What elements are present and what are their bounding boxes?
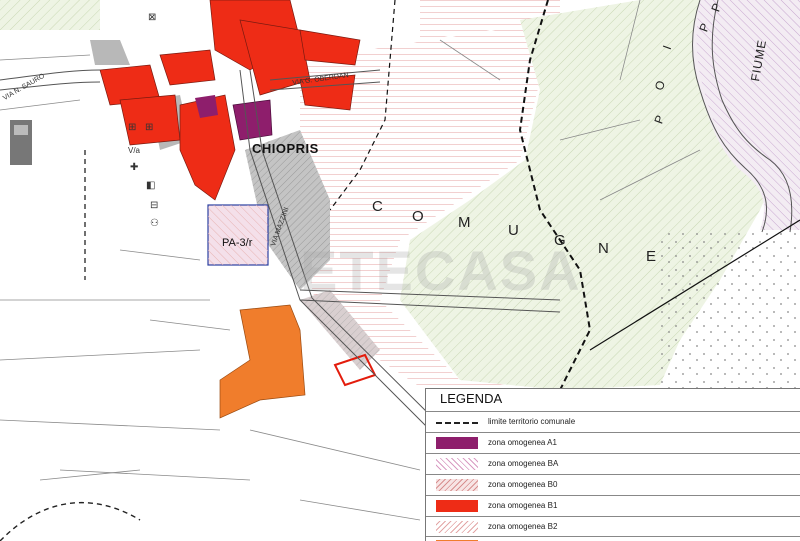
legend-label: zona omogenea A1 [488, 438, 557, 447]
zone-orange [219, 304, 306, 419]
comune-letter-c: C [372, 198, 384, 215]
legend-row: zona omogenea B2 [426, 516, 800, 538]
place-name-label: CHIOPRIS [252, 141, 319, 156]
legend-swatch-b0 [436, 479, 478, 491]
legend-swatch-a1 [436, 437, 478, 449]
comune-letter-n: N [598, 240, 610, 257]
zone-a1-main [232, 99, 273, 141]
comune-letter-g: G [554, 232, 567, 249]
service-symbol-icon: ⊞ [128, 122, 137, 133]
legend-row: zona omogenea B0 [426, 474, 800, 496]
legend-row [426, 536, 800, 541]
legend-panel: LEGENDA limite territorio comunale zona … [425, 388, 800, 541]
restroom-symbol-icon: ⚇ [150, 218, 159, 229]
legend-row: zona omogenea B1 [426, 495, 800, 517]
legend-label: zona omogenea B2 [488, 522, 558, 531]
comune-letter-m: M [458, 214, 472, 231]
legend-swatch-b1 [436, 500, 478, 512]
health-cross-icon: ✚ [130, 162, 139, 173]
legend-row: zona omogenea BA [426, 453, 800, 475]
service-label: V/a [128, 146, 141, 155]
comune-letter-e: E [646, 248, 658, 265]
watermark-text: ETECASA [300, 239, 582, 302]
legend-swatch-b2 [436, 521, 478, 533]
service-symbol-icon: ⊞ [145, 122, 154, 133]
map-canvas: ETECASA CHIOPRIS VIA N. SAURO VIA G. OBE… [0, 0, 800, 541]
comune-letter-o: O [412, 208, 425, 225]
legend-swatch-ba [436, 458, 478, 470]
flag-symbol-icon: ◧ [146, 180, 156, 191]
legend-label: zona omogenea BA [488, 459, 559, 468]
legend-row: zona omogenea A1 [426, 432, 800, 454]
legend-title: LEGENDA [440, 391, 503, 406]
legend-label: zona omogenea B1 [488, 501, 558, 510]
service-symbol-icon: ⊟ [150, 200, 159, 211]
dotted-area-southeast [660, 230, 800, 390]
legend-swatch-boundary [436, 422, 478, 424]
comune-letter-u: U [508, 222, 520, 239]
plan-area-label: PA-3/r [222, 237, 253, 249]
service-symbol-icon: ⊠ [148, 12, 157, 23]
legend-label: limite territorio comunale [488, 417, 576, 426]
legend-row: limite territorio comunale [426, 411, 800, 433]
legend-label: zona omogenea B0 [488, 480, 558, 489]
